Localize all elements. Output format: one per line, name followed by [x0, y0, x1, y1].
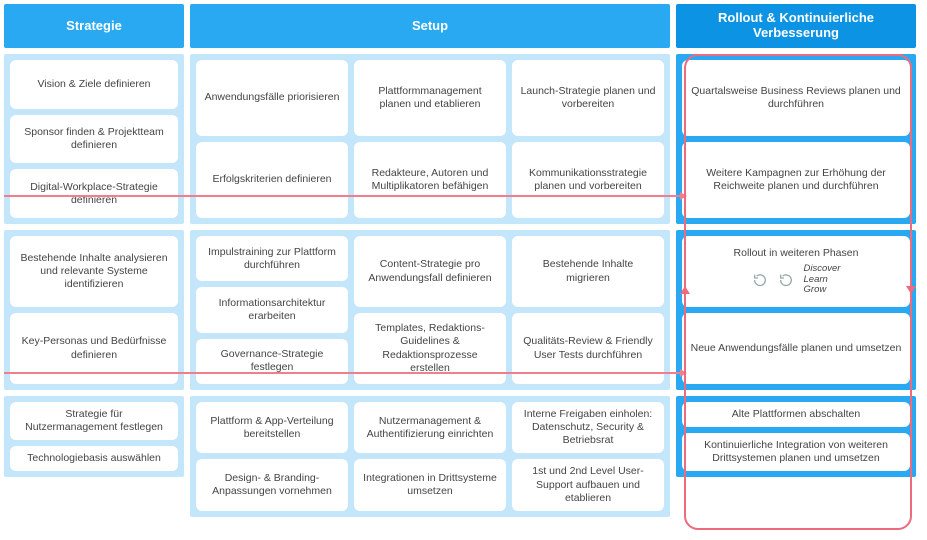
cell: Weitere Kampagnen zur Erhöhung der Reich… [682, 142, 910, 218]
rollout-band-3: Alte Plattformen abschalten Kontinuierli… [676, 396, 916, 477]
cell: Informationsarchitektur erarbeiten [196, 287, 348, 332]
setup-band-3: Plattform & App-Verteilung bereitstellen… [190, 396, 670, 517]
phase-words: Discover Learn Grow [804, 264, 841, 295]
cell: 1st und 2nd Level User-Support aufbauen … [512, 459, 664, 510]
cell: Plattform & App-Verteilung bereitstellen [196, 402, 348, 453]
cell: Governance-Strategie festlegen [196, 339, 348, 384]
phase-row: Discover Learn Grow [752, 264, 841, 295]
cell: Nutzermanagement & Authentifizierung ein… [354, 402, 506, 453]
cell: Bestehende Inhalte migrieren [512, 236, 664, 307]
phase-title: Rollout in weiteren Phasen [734, 247, 859, 260]
cell: Launch-Strategie planen und vorbereiten [512, 60, 664, 136]
cycle-icon [752, 272, 768, 288]
strategy-band-1: Vision & Ziele definieren Sponsor finden… [4, 54, 184, 224]
column-setup: Setup Anwendungsfälle priorisieren Platt… [190, 4, 670, 517]
cell: Neue Anwendungsfälle planen und umsetzen [682, 313, 910, 384]
cell: Kontinuierliche Integration von weiteren… [682, 433, 910, 471]
rollout-band-1: Quartalsweise Business Reviews planen un… [676, 54, 916, 224]
framework-diagram: Strategie Vision & Ziele definieren Spon… [0, 0, 927, 521]
column-strategy: Strategie Vision & Ziele definieren Spon… [4, 4, 184, 517]
cell: Technologiebasis auswählen [10, 446, 178, 471]
cycle-icon [778, 272, 794, 288]
rollout-band-2: Rollout in weiteren Phasen Discover Lear… [676, 230, 916, 390]
cell: Strategie für Nutzermanagement festlegen [10, 402, 178, 440]
cell: Design- & Branding-Anpassungen vornehmen [196, 459, 348, 510]
setup-band-2: Impulstraining zur Plattform durchführen… [190, 230, 670, 390]
header-strategy: Strategie [4, 4, 184, 48]
cell: Content-Strategie pro Anwendungsfall def… [354, 236, 506, 307]
cell: Plattformmanagement planen und etabliere… [354, 60, 506, 136]
strategy-band-2: Bestehende Inhalte analysieren und relev… [4, 230, 184, 390]
cell: Quartalsweise Business Reviews planen un… [682, 60, 910, 136]
cell: Integrationen in Drittsysteme umsetzen [354, 459, 506, 510]
header-rollout: Rollout & Kontinuierliche Verbesserung [676, 4, 916, 48]
cell: Bestehende Inhalte analysieren und relev… [10, 236, 178, 307]
strategy-band-3: Strategie für Nutzermanagement festlegen… [4, 396, 184, 477]
cell: Redakteure, Autoren und Multiplikatoren … [354, 142, 506, 218]
setup-band-1: Anwendungsfälle priorisieren Plattformma… [190, 54, 670, 224]
cell: Interne Freigaben einholen: Datenschutz,… [512, 402, 664, 453]
flow-arrow-row2 [4, 195, 686, 197]
cell: Digital-Workplace-Strategie definieren [10, 169, 178, 218]
phase-word: Grow [804, 285, 841, 295]
cell: Erfolgskriterien definieren [196, 142, 348, 218]
cell: Sponsor finden & Projektteam definieren [10, 115, 178, 164]
cell-phase: Rollout in weiteren Phasen Discover Lear… [682, 236, 910, 307]
column-rollout: Rollout & Kontinuierliche Verbesserung Q… [676, 4, 916, 517]
cell: Vision & Ziele definieren [10, 60, 178, 109]
header-setup: Setup [190, 4, 670, 48]
cell: Anwendungsfälle priorisieren [196, 60, 348, 136]
cell: Alte Plattformen abschalten [682, 402, 910, 427]
flow-arrow-row3 [4, 372, 686, 374]
setup-mid-left-stack: Impulstraining zur Plattform durchführen… [196, 236, 348, 384]
cell: Kommunikations­strategie planen und vorb… [512, 142, 664, 218]
cell: Impulstraining zur Plattform durchführen [196, 236, 348, 281]
